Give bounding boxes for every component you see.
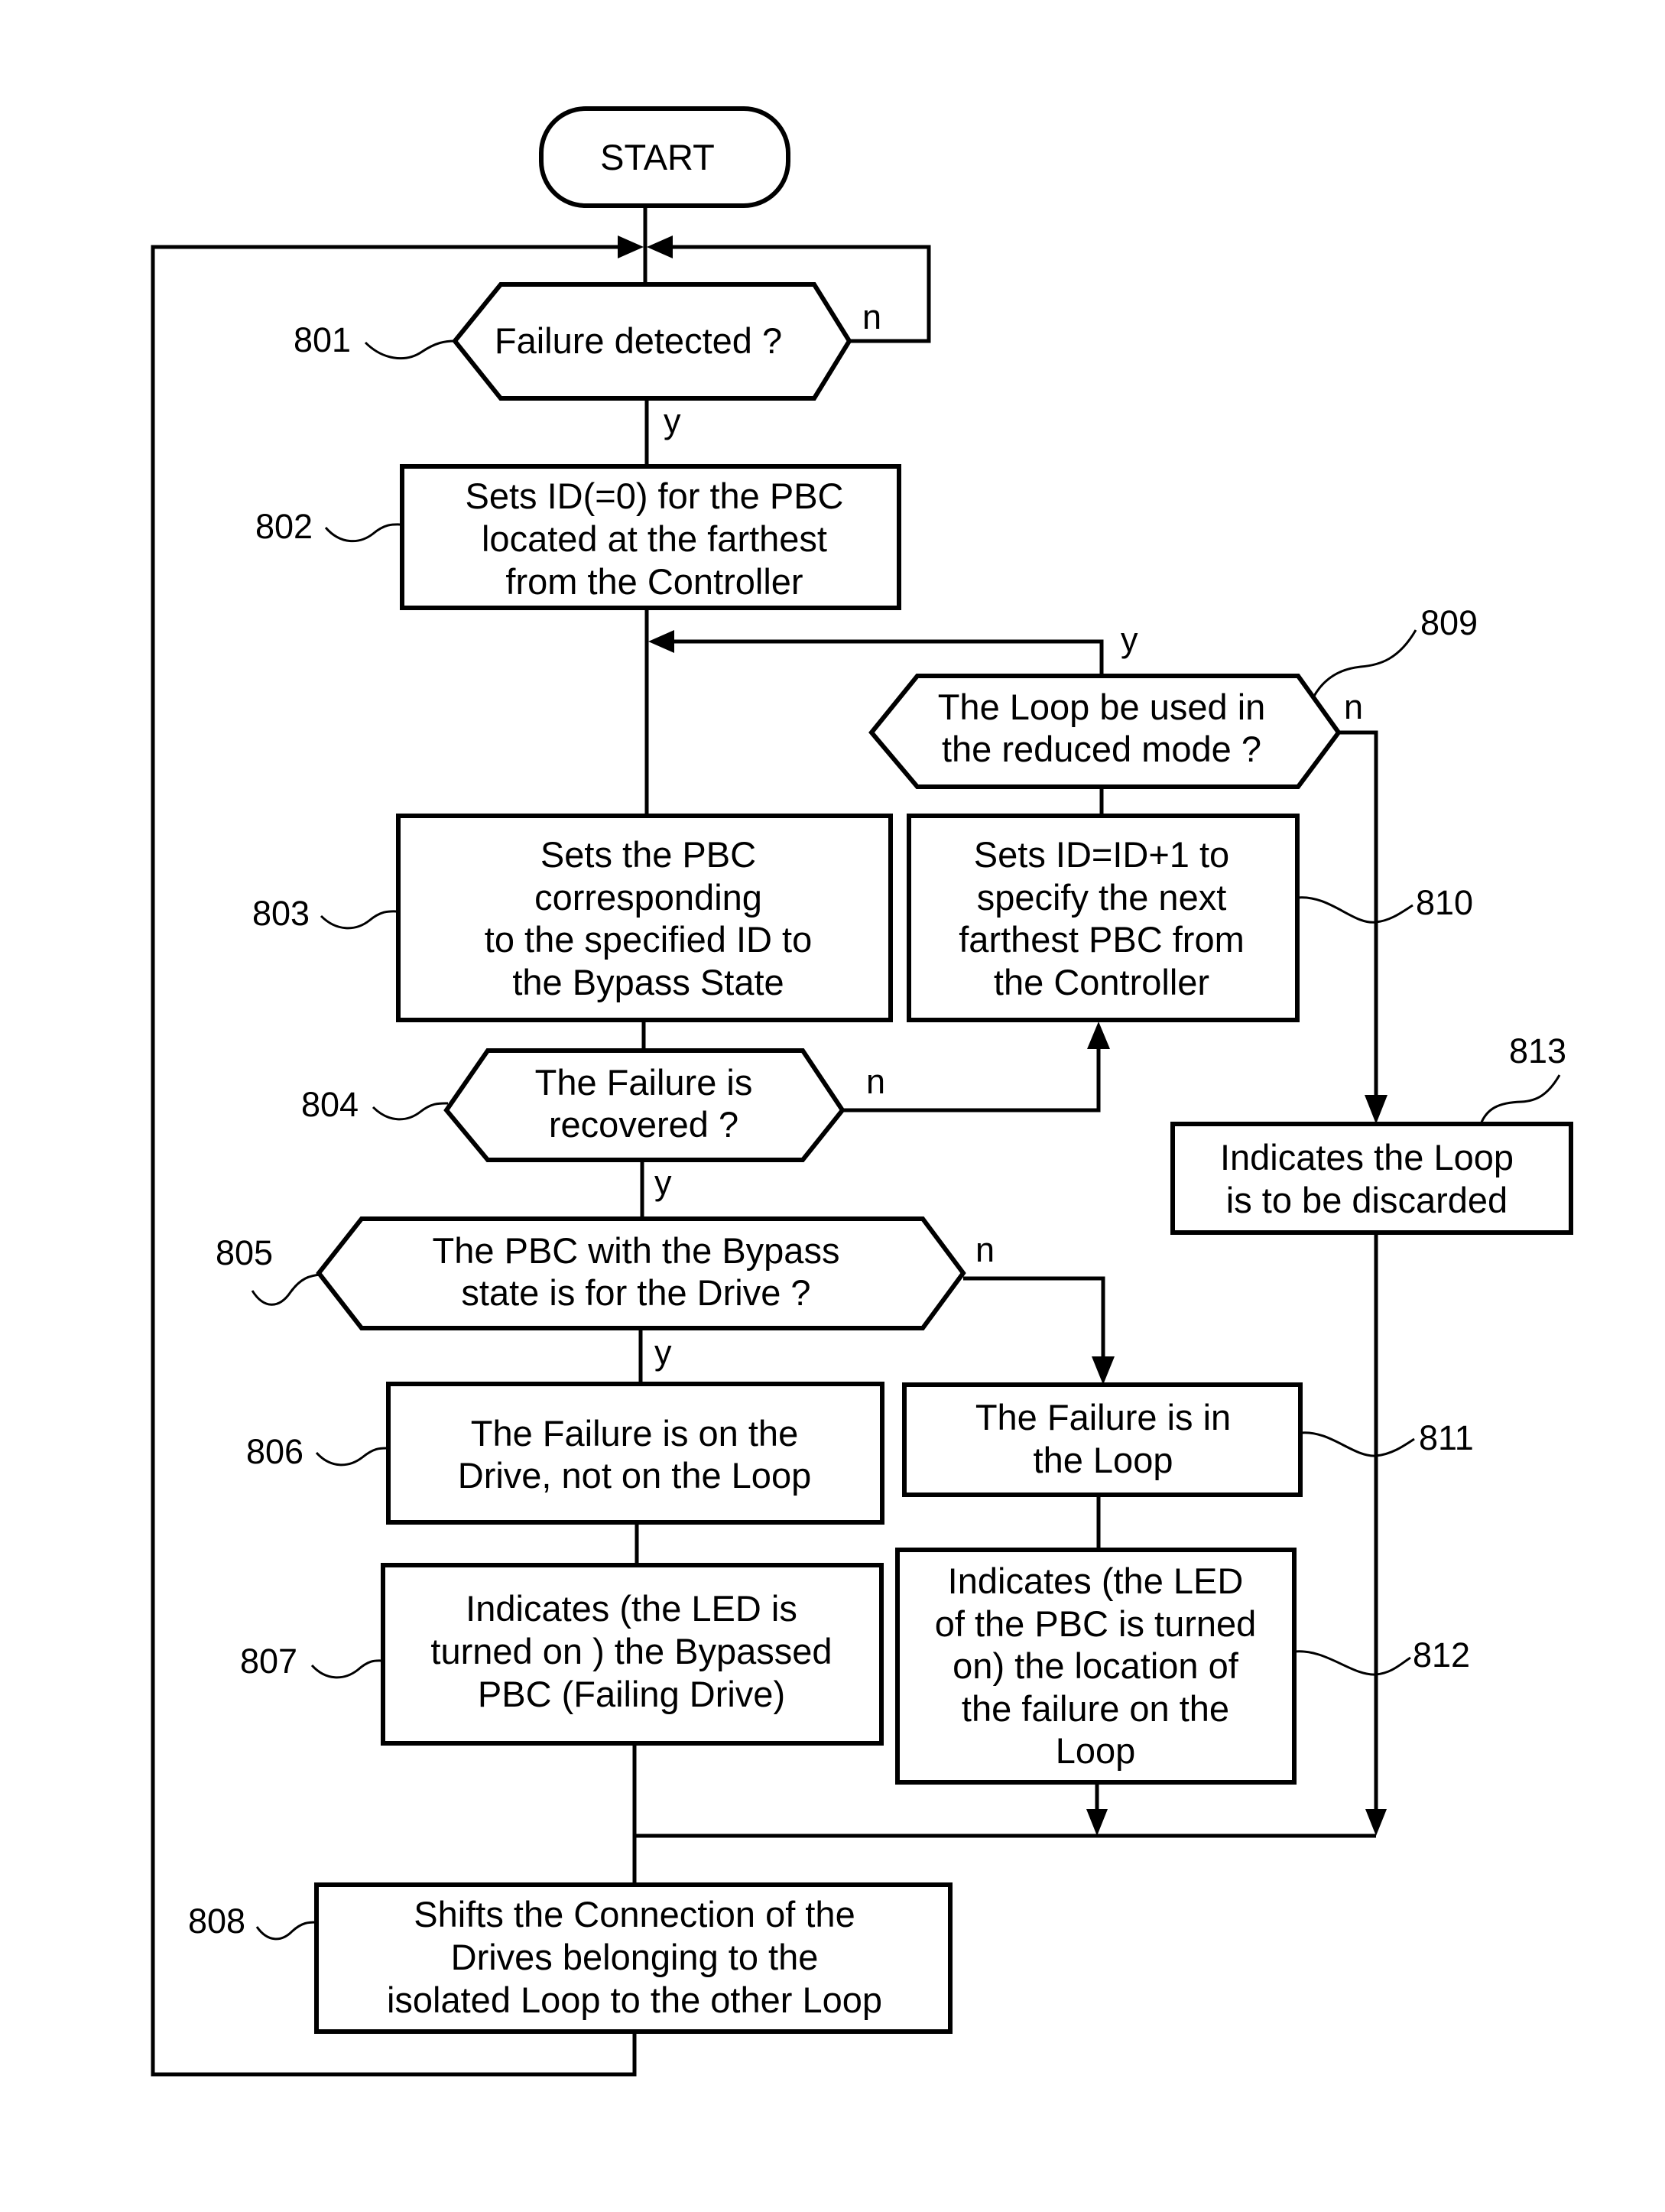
node-803-text-2: corresponding [534,877,762,918]
arrowhead-808-return [618,235,644,258]
label-801-yes: y [664,401,681,440]
arrowhead-813-merge [1365,1809,1387,1836]
leader-808 [255,1921,317,1941]
ref-813: 813 [1509,1031,1566,1070]
ref-804: 804 [301,1085,359,1124]
leader-812 [1293,1650,1411,1676]
leader-807 [310,1659,384,1679]
nodes [314,106,1573,2034]
node-808-text-3: isolated Loop to the other Loop [387,1980,882,2020]
leader-804 [372,1102,449,1121]
node-811-text-2: the Loop [1034,1440,1173,1480]
label-809-no: n [1344,687,1363,726]
leader-813 [1479,1074,1561,1125]
label-801-no: n [862,297,881,336]
node-810-text-2: specify the next [977,877,1227,918]
label-804-no: n [866,1062,885,1101]
node-802-text-1: Sets ID(=0) for the PBC [466,476,844,516]
arrowhead-805-no [1092,1356,1115,1385]
node-810-text-3: farthest PBC from [959,919,1245,960]
node-802-text-2: located at the farthest [482,518,827,559]
node-808-text-1: Shifts the Connection of the [414,1894,855,1934]
arrowhead-809-yes [648,630,674,653]
ref-812: 812 [1413,1635,1470,1674]
node-813-text-2: is to be discarded [1226,1180,1508,1220]
arrowhead-804-no [1087,1022,1110,1049]
node-805-text-2: state is for the Drive ? [461,1272,810,1313]
ref-802: 802 [255,507,313,546]
arrowhead-812-merge [1086,1809,1108,1836]
node-812-text-2: of the PBC is turned [935,1603,1257,1644]
ref-803: 803 [252,894,310,933]
label-805-yes: y [654,1333,672,1372]
edge-809-yes [665,639,1104,676]
leader-803 [320,910,399,930]
node-810-text-1: Sets ID=ID+1 to [974,834,1229,875]
edge-809-no [1339,730,1378,1109]
ref-807: 807 [240,1642,297,1681]
ref-811: 811 [1419,1418,1474,1457]
ref-805: 805 [216,1233,273,1272]
ref-806: 806 [246,1432,303,1471]
node-804-text-1: The Failure is [535,1062,753,1103]
label-804-yes: y [654,1163,672,1202]
leader-802 [324,523,403,543]
node-803-text-4: the Bypass State [512,962,784,1002]
node-812-text-5: Loop [1056,1730,1136,1771]
arrowhead-801-no [647,235,673,258]
arrowhead-809-no [1365,1095,1388,1124]
ref-809: 809 [1420,603,1478,642]
label-809-yes: y [1121,620,1138,659]
node-804-text-2: recovered ? [549,1104,738,1145]
node-807-text-2: turned on ) the Bypassed [430,1631,832,1671]
node-803-text-1: Sets the PBC [540,834,756,875]
node-807-text-3: PBC (Failing Drive) [478,1674,785,1714]
node-805-text-1: The PBC with the Bypass [433,1230,840,1271]
node-812-text-4: the failure on the [962,1688,1229,1729]
node-806-text-2: Drive, not on the Loop [458,1455,811,1496]
leader-810 [1297,896,1413,924]
node-811-text-1: The Failure is in [975,1397,1231,1437]
flowchart-diagram: START Failure detected ? Sets ID(=0) for… [151,106,1573,2077]
node-812-text-3: on) the location of [953,1645,1239,1686]
leader-801 [364,339,456,360]
node-802-text-3: from the Controller [505,561,803,602]
node-812-text-1: Indicates (the LED [948,1561,1244,1601]
node-806-text-1: The Failure is on the [471,1413,798,1454]
label-805-no: n [975,1230,995,1269]
leader-806 [315,1447,389,1467]
leader-809 [1312,629,1417,698]
node-809-text-1: The Loop be used in [938,687,1266,727]
ref-808: 808 [188,1902,245,1941]
node-803-text-3: to the specified ID to [485,919,812,960]
node-809-text-2: the reduced mode ? [942,729,1261,769]
edge-805-no [963,1276,1105,1369]
start-label: START [600,137,715,177]
node-810-text-4: the Controller [994,962,1209,1002]
ref-801: 801 [294,320,351,359]
node-813-text-1: Indicates the Loop [1220,1137,1514,1177]
ref-810: 810 [1416,883,1473,922]
node-807-text-1: Indicates (the LED is [466,1588,797,1629]
node-801-text: Failure detected ? [495,320,782,361]
leader-805 [251,1273,322,1306]
node-808-text-2: Drives belonging to the [451,1937,819,1977]
leader-811 [1300,1431,1415,1457]
